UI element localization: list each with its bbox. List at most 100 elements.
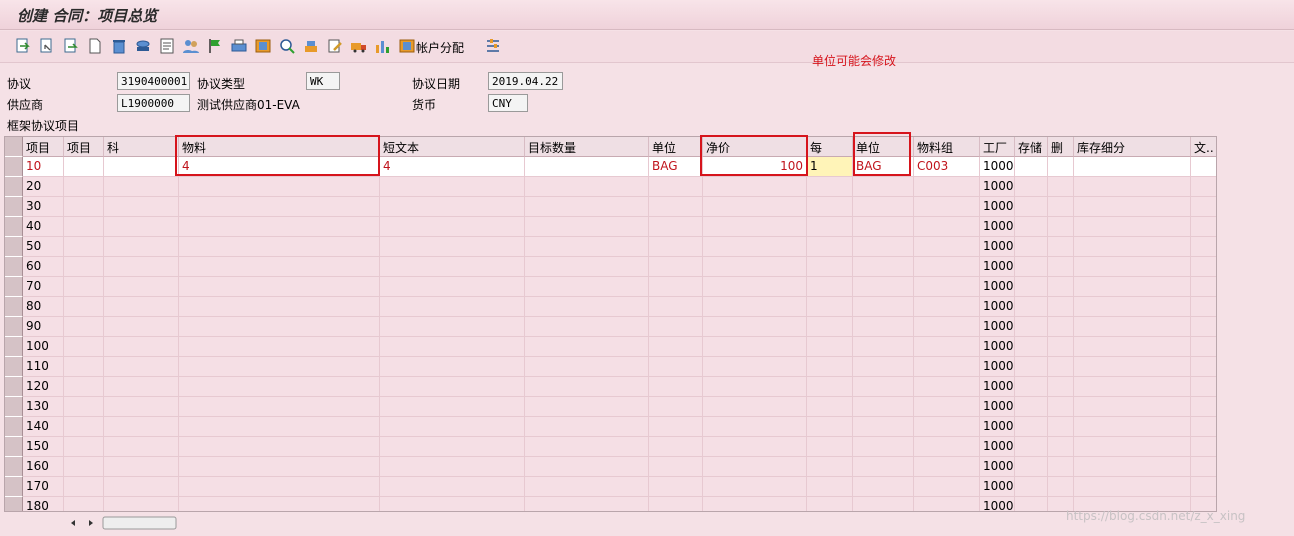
cell[interactable] xyxy=(853,457,914,477)
cell[interactable] xyxy=(649,417,703,437)
cell[interactable] xyxy=(807,437,853,457)
cell[interactable] xyxy=(104,297,179,317)
item-cell[interactable]: 180 xyxy=(23,497,64,511)
account-category-cell[interactable] xyxy=(104,157,179,177)
cell[interactable] xyxy=(380,337,525,357)
cell[interactable] xyxy=(1015,477,1048,497)
enter-icon[interactable] xyxy=(14,37,32,55)
cell[interactable] xyxy=(807,297,853,317)
plant-cell[interactable]: 1000 xyxy=(980,337,1015,357)
cell[interactable] xyxy=(1015,337,1048,357)
cell[interactable] xyxy=(914,197,980,217)
cell[interactable] xyxy=(525,437,649,457)
item-cell[interactable]: 30 xyxy=(23,197,64,217)
col-header-item[interactable]: 项目 xyxy=(23,137,64,157)
cell[interactable] xyxy=(914,457,980,477)
row-selector[interactable] xyxy=(5,457,23,477)
cell[interactable] xyxy=(525,397,649,417)
cell[interactable] xyxy=(703,417,807,437)
col-header-item-category[interactable]: 项目 xyxy=(64,137,104,157)
unit-cell[interactable]: BAG xyxy=(649,157,703,177)
cell[interactable] xyxy=(914,337,980,357)
cell[interactable] xyxy=(380,257,525,277)
cell[interactable] xyxy=(853,477,914,497)
col-header-target-quantity[interactable]: 目标数量 xyxy=(525,137,649,157)
cell[interactable] xyxy=(703,317,807,337)
cell[interactable] xyxy=(1015,417,1048,437)
delivery-icon[interactable] xyxy=(350,37,368,55)
cell[interactable] xyxy=(1191,457,1216,477)
cell[interactable] xyxy=(1015,397,1048,417)
cell[interactable] xyxy=(525,257,649,277)
cell[interactable] xyxy=(104,257,179,277)
cell[interactable] xyxy=(380,357,525,377)
row-selector[interactable] xyxy=(5,257,23,277)
row-selector[interactable] xyxy=(5,197,23,217)
cell[interactable] xyxy=(649,377,703,397)
cell[interactable] xyxy=(64,497,104,511)
cell[interactable] xyxy=(104,437,179,457)
cell[interactable] xyxy=(649,197,703,217)
col-header-plant[interactable]: 工厂 xyxy=(980,137,1015,157)
item-cell[interactable]: 140 xyxy=(23,417,64,437)
search-icon[interactable] xyxy=(278,37,296,55)
plant-cell[interactable]: 1000 xyxy=(980,377,1015,397)
cell[interactable] xyxy=(914,417,980,437)
plant-cell[interactable]: 1000 xyxy=(980,217,1015,237)
cell[interactable] xyxy=(380,317,525,337)
cell[interactable] xyxy=(1015,497,1048,511)
cell[interactable] xyxy=(853,217,914,237)
cell[interactable] xyxy=(380,237,525,257)
col-header-account-category[interactable]: 科 xyxy=(104,137,179,157)
cell[interactable] xyxy=(525,237,649,257)
item-cell[interactable]: 50 xyxy=(23,237,64,257)
cell[interactable] xyxy=(807,197,853,217)
text-cell[interactable] xyxy=(1191,157,1216,177)
cell[interactable] xyxy=(64,297,104,317)
currency-field[interactable]: CNY xyxy=(488,94,528,112)
cell[interactable] xyxy=(703,357,807,377)
horizontal-scrollbar[interactable] xyxy=(66,516,178,530)
row-selector[interactable] xyxy=(5,477,23,497)
cell[interactable] xyxy=(179,177,380,197)
cell[interactable] xyxy=(1074,217,1191,237)
cell[interactable] xyxy=(807,377,853,397)
cell[interactable] xyxy=(380,457,525,477)
plant-cell[interactable]: 1000 xyxy=(980,277,1015,297)
target-quantity-cell[interactable] xyxy=(525,157,649,177)
cell[interactable] xyxy=(1048,317,1074,337)
cell[interactable] xyxy=(179,477,380,497)
cell[interactable] xyxy=(64,257,104,277)
cell[interactable] xyxy=(649,277,703,297)
agreement-field[interactable]: 3190400001 xyxy=(117,72,190,90)
cell[interactable] xyxy=(525,357,649,377)
cell[interactable] xyxy=(1074,297,1191,317)
row-selector[interactable] xyxy=(5,397,23,417)
row-selector[interactable] xyxy=(5,497,23,511)
cell[interactable] xyxy=(179,237,380,257)
cell[interactable] xyxy=(703,397,807,417)
cell[interactable] xyxy=(649,237,703,257)
cell[interactable] xyxy=(1015,297,1048,317)
cell[interactable] xyxy=(1048,377,1074,397)
cell[interactable] xyxy=(525,277,649,297)
plant-cell[interactable]: 1000 xyxy=(980,497,1015,511)
item-cell[interactable]: 170 xyxy=(23,477,64,497)
item-cell[interactable]: 110 xyxy=(23,357,64,377)
cell[interactable] xyxy=(179,217,380,237)
cell[interactable] xyxy=(853,237,914,257)
cell[interactable] xyxy=(853,437,914,457)
cell[interactable] xyxy=(1074,197,1191,217)
col-header-short-text[interactable]: 短文本 xyxy=(380,137,525,157)
cell[interactable] xyxy=(104,377,179,397)
detail-icon[interactable] xyxy=(62,37,80,55)
settings-icon[interactable] xyxy=(484,37,502,55)
cell[interactable] xyxy=(914,217,980,237)
cell[interactable] xyxy=(104,237,179,257)
cell[interactable] xyxy=(1074,257,1191,277)
cell[interactable] xyxy=(649,437,703,457)
cell[interactable] xyxy=(179,257,380,277)
storage-cell[interactable] xyxy=(1015,157,1048,177)
cell[interactable] xyxy=(1015,437,1048,457)
cell[interactable] xyxy=(1191,237,1216,257)
